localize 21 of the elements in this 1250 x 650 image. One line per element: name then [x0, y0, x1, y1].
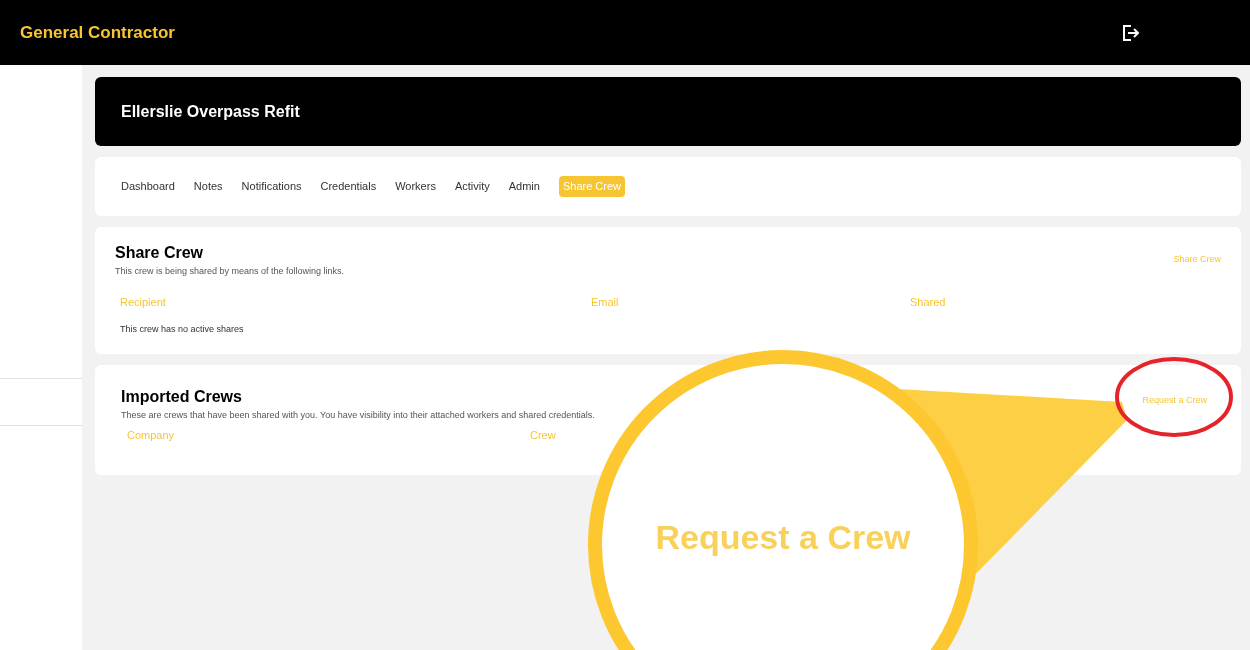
tab[interactable]: Admin: [508, 178, 540, 195]
section-description: This crew is being shared by means of the following links.: [115, 265, 345, 278]
tab[interactable]: Activity: [454, 178, 490, 195]
section-description: These are crews that have been shared with you. You have visibility into their attached workers and shared credentials.: [121, 409, 595, 422]
project-title: Ellerslie Overpass Refit: [121, 101, 300, 122]
section-title: Imported Crews: [121, 387, 243, 407]
empty-message: This crew has no active shares: [119, 323, 245, 336]
tab[interactable]: Notes: [193, 178, 223, 195]
column-header: Email: [591, 294, 619, 310]
tab[interactable]: Notifications: [241, 178, 302, 195]
magnified-text: Request a Crew: [655, 517, 911, 558]
logout-icon[interactable]: [1120, 22, 1140, 43]
column-header: Recipient: [120, 294, 166, 310]
column-header: Shared: [910, 294, 946, 310]
tab[interactable]: Dashboard: [121, 178, 175, 195]
column-header: Crew: [530, 427, 556, 443]
tab[interactable]: Workers: [395, 178, 436, 195]
column-header: Company: [127, 427, 175, 443]
tab[interactable]: Credentials: [320, 178, 377, 195]
section-title: Share Crew: [115, 243, 205, 263]
app-title: General Contractor: [20, 21, 175, 44]
